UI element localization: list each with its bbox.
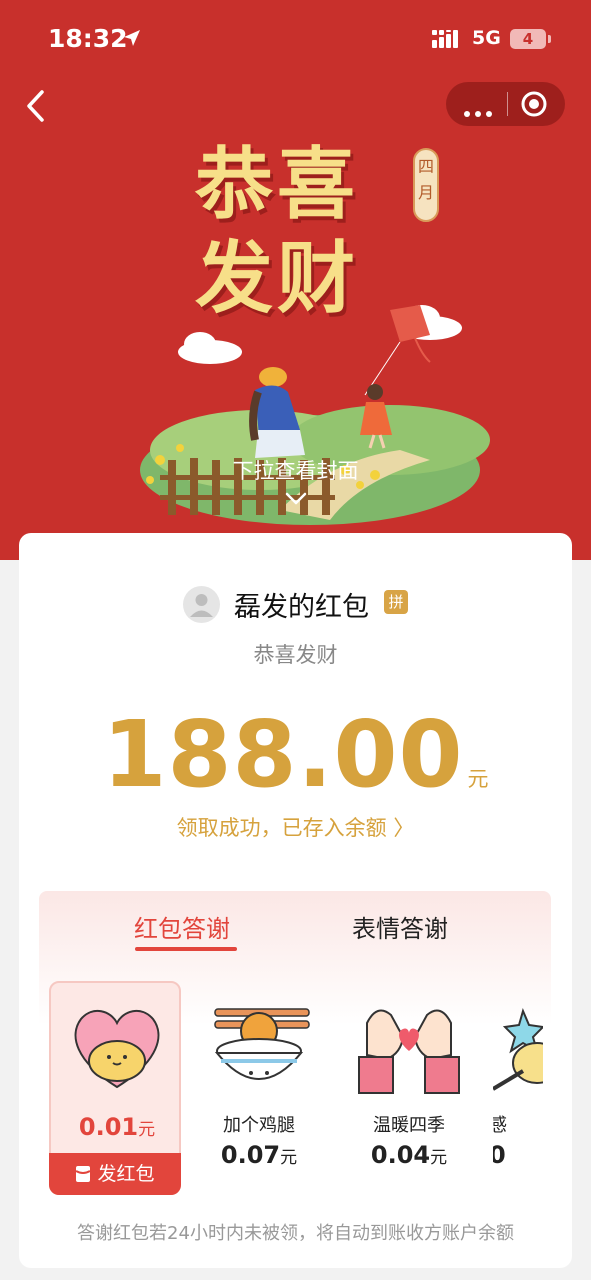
star-wand-icon bbox=[493, 1008, 543, 1091]
group-pin-badge: 拼 bbox=[384, 590, 408, 614]
gift-name: 温暖四季 bbox=[373, 1115, 445, 1136]
greeting-text: 恭喜发财 bbox=[253, 643, 338, 667]
close-target-icon[interactable] bbox=[520, 90, 548, 118]
cover-title-line1: 恭喜 bbox=[195, 140, 360, 230]
month-tag: 四月 bbox=[413, 148, 439, 222]
cover-title: 恭喜 发财 bbox=[195, 138, 395, 326]
heart-hug-icon bbox=[74, 1009, 160, 1089]
sender-row: 磊发的红包 拼 bbox=[19, 583, 572, 629]
red-packet-detail-card: 磊发的红包 拼 恭喜发财 188.00 元 领取成功，已存入余额 〉 红包答谢 表… bbox=[19, 533, 572, 1268]
gift-price-value: 0.07 bbox=[220, 1141, 281, 1169]
send-redpacket-button[interactable]: 发红包 bbox=[49, 1153, 181, 1195]
gift-price: 0.01元 bbox=[51, 1113, 183, 1141]
pull-down-hint[interactable]: 下拉查看封面 bbox=[0, 455, 591, 485]
battery-icon: 4 bbox=[510, 29, 546, 49]
status-time: 18:32 bbox=[48, 24, 128, 53]
received-status-link[interactable]: 领取成功，已存入余额 〉 bbox=[19, 812, 572, 842]
sender-name: 磊发的红包 bbox=[234, 592, 369, 623]
cover-title-line2: 发财 bbox=[195, 234, 360, 324]
default-avatar-icon bbox=[190, 594, 213, 617]
rice-bowl-drumstick-icon bbox=[214, 1008, 310, 1080]
tab-redpacket-thanks[interactable]: 红包答谢 bbox=[134, 909, 230, 944]
back-chevron-icon[interactable] bbox=[20, 86, 54, 126]
battery-tip bbox=[548, 35, 551, 43]
thanks-footnote: 答谢红包若24小时内未被领，将自动到账收方账户余额 bbox=[77, 1223, 514, 1244]
chevron-down-icon bbox=[285, 492, 307, 505]
gift-price-unit: 元 bbox=[138, 1120, 156, 1140]
amount-value: 188.00 bbox=[102, 701, 464, 808]
gift-name: 感 bbox=[493, 1115, 507, 1136]
thanks-panel: 红包答谢 表情答谢 0.01元 发红包 加个鸡腿 0.07元 温暖四季 0.04… bbox=[39, 891, 551, 1211]
gift-price-unit: 元 bbox=[280, 1148, 298, 1168]
redpacket-icon bbox=[75, 1166, 91, 1182]
gift-price-value: 0.04 bbox=[370, 1141, 431, 1169]
gift-option-selected[interactable]: 0.01元 发红包 bbox=[49, 981, 181, 1195]
cover-header[interactable]: 18:32 5G 4 恭喜 发财 四月 下拉查看封面 bbox=[0, 0, 591, 560]
gift-price-unit: 元 bbox=[430, 1148, 448, 1168]
status-bar: 18:32 5G 4 bbox=[0, 0, 591, 70]
gift-price-value: 0.01 bbox=[78, 1113, 139, 1141]
active-tab-indicator bbox=[135, 947, 237, 951]
gift-price-value: 0 bbox=[493, 1141, 506, 1169]
gift-option-warm-seasons[interactable]: 温暖四季 0.04元 bbox=[343, 981, 475, 1195]
avatar[interactable] bbox=[183, 586, 220, 623]
gift-price: 0.04元 bbox=[343, 1141, 475, 1169]
more-dots-icon[interactable] bbox=[464, 102, 497, 121]
gift-price: 0.07元 bbox=[193, 1141, 325, 1169]
gift-name: 加个鸡腿 bbox=[223, 1115, 295, 1136]
capsule-divider bbox=[507, 92, 508, 116]
amount-unit: 元 bbox=[467, 767, 489, 791]
network-type: 5G bbox=[472, 27, 501, 49]
miniprogram-capsule bbox=[446, 82, 565, 126]
heart-hands-icon bbox=[358, 1009, 460, 1094]
battery-level: 4 bbox=[522, 30, 534, 48]
amount-row: 188.00 元 bbox=[19, 701, 572, 808]
location-arrow-icon bbox=[124, 30, 140, 46]
gift-option-drumstick[interactable]: 加个鸡腿 0.07元 bbox=[193, 981, 325, 1195]
tab-sticker-thanks[interactable]: 表情答谢 bbox=[352, 909, 448, 944]
gift-option-partial[interactable]: 感 0 bbox=[493, 981, 543, 1195]
signal-icon bbox=[432, 30, 458, 48]
send-button-label: 发红包 bbox=[97, 1163, 155, 1185]
